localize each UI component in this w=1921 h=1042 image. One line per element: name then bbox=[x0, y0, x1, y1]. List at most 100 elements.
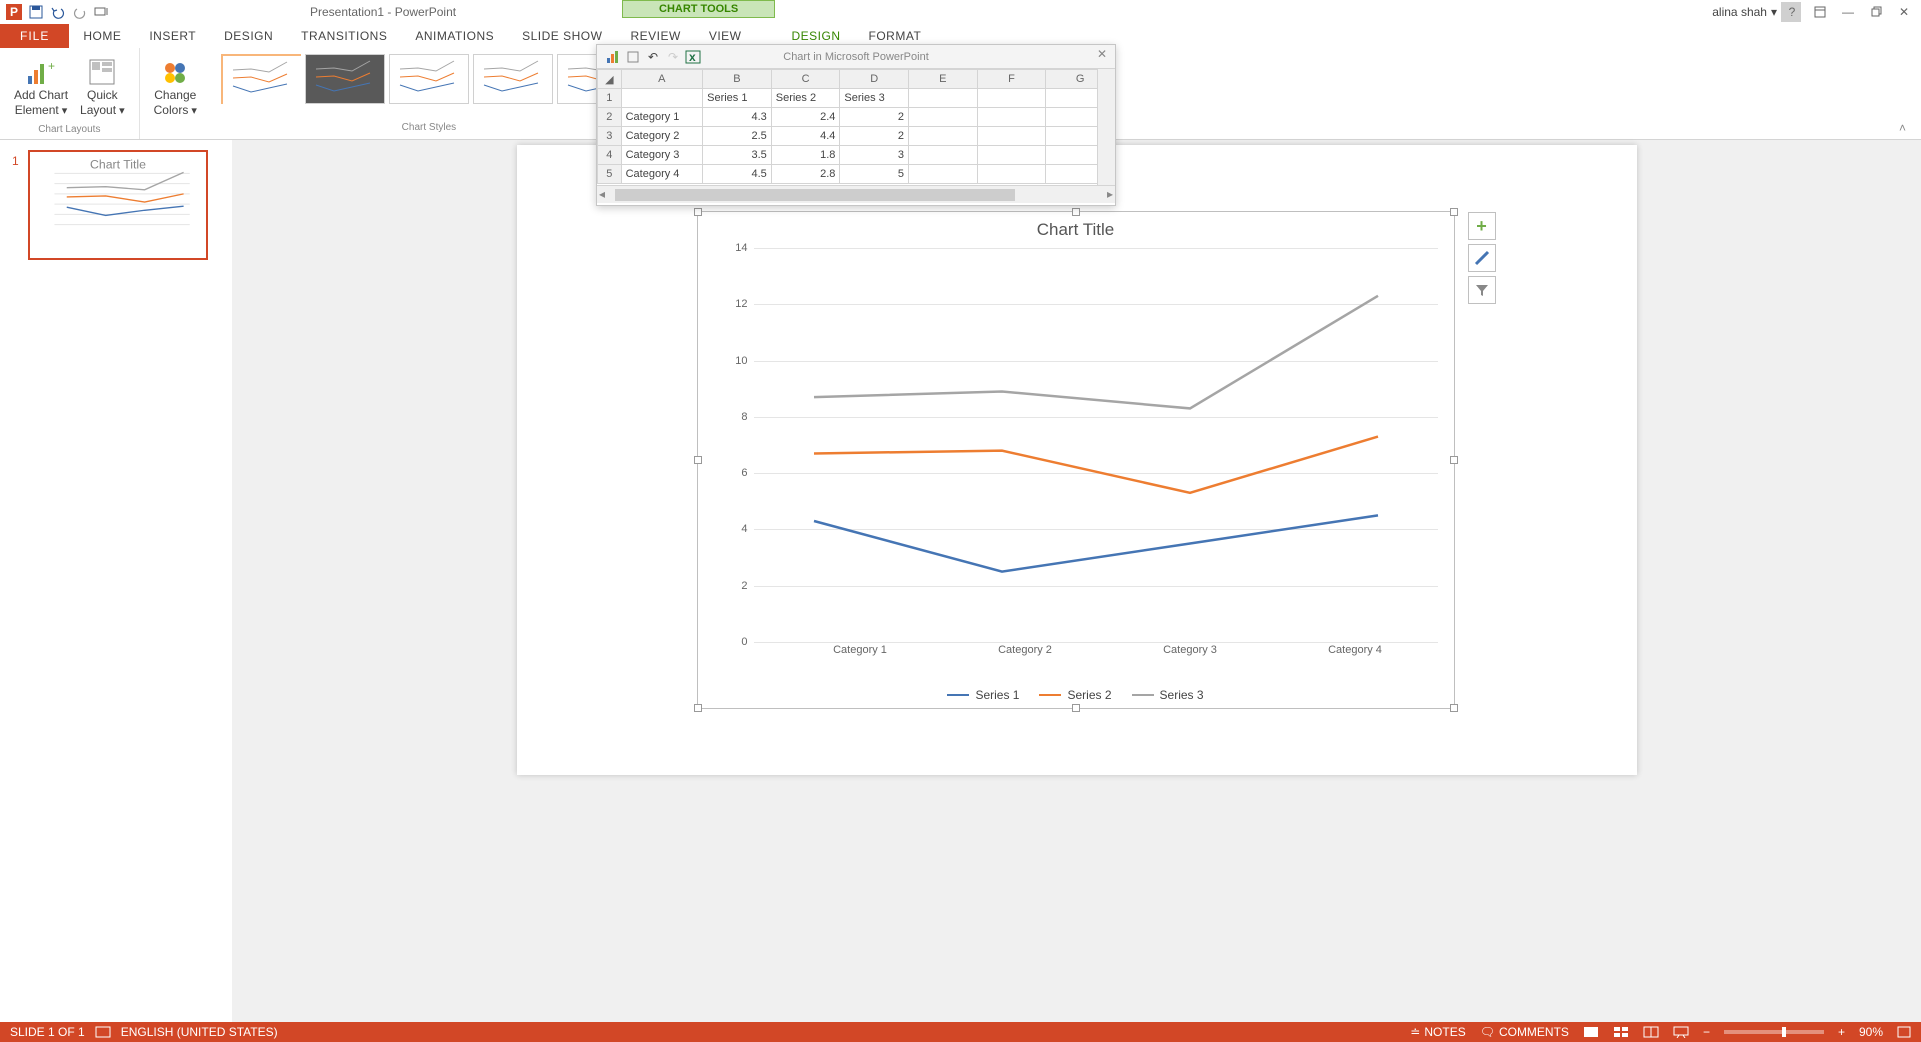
vertical-scrollbar[interactable] bbox=[1097, 69, 1115, 187]
chart-elements-button[interactable]: + bbox=[1468, 212, 1496, 240]
data-cell[interactable]: 2.5 bbox=[703, 127, 772, 146]
series-line[interactable] bbox=[814, 437, 1378, 493]
data-cell[interactable] bbox=[621, 89, 703, 108]
close-icon[interactable]: ✕ bbox=[1093, 47, 1111, 61]
data-cell[interactable]: 2.4 bbox=[771, 108, 840, 127]
horizontal-scrollbar[interactable]: ◂ ▸ bbox=[597, 185, 1115, 203]
restore-icon[interactable] bbox=[1863, 2, 1889, 22]
slide-sorter-view-icon[interactable] bbox=[1613, 1026, 1629, 1038]
zoom-slider[interactable] bbox=[1724, 1030, 1824, 1034]
chart-object[interactable]: Chart Title 02468101214 Category 1Catego… bbox=[697, 211, 1455, 709]
chart-style-thumb[interactable] bbox=[221, 54, 301, 104]
data-cell[interactable] bbox=[909, 108, 978, 127]
column-header[interactable]: A bbox=[621, 70, 703, 89]
data-grid[interactable]: ◢ABCDEFG1Series 1Series 2Series 32Catego… bbox=[597, 69, 1115, 185]
row-header[interactable]: 3 bbox=[598, 127, 622, 146]
legend-item[interactable]: Series 2 bbox=[1039, 688, 1111, 702]
spell-check-icon[interactable] bbox=[95, 1026, 111, 1038]
resize-handle[interactable] bbox=[1450, 456, 1458, 464]
zoom-out-button[interactable]: − bbox=[1703, 1025, 1710, 1039]
chart-style-thumb[interactable] bbox=[473, 54, 553, 104]
redo-icon[interactable]: ↷ bbox=[663, 47, 683, 67]
resize-handle[interactable] bbox=[694, 704, 702, 712]
data-cell[interactable] bbox=[909, 89, 978, 108]
legend[interactable]: Series 1 Series 2 Series 3 bbox=[698, 688, 1454, 702]
data-cell[interactable]: Category 2 bbox=[621, 127, 703, 146]
resize-handle[interactable] bbox=[1450, 208, 1458, 216]
chart-styles-button[interactable] bbox=[1468, 244, 1496, 272]
change-colors-button[interactable]: Change Colors ▾ bbox=[148, 52, 203, 122]
row-header[interactable]: 1 bbox=[598, 89, 622, 108]
column-header[interactable]: D bbox=[840, 70, 909, 89]
zoom-level[interactable]: 90% bbox=[1859, 1025, 1883, 1039]
close-icon[interactable]: ✕ bbox=[1891, 2, 1917, 22]
quick-layout-button[interactable]: Quick Layout ▾ bbox=[74, 52, 131, 122]
save-icon[interactable] bbox=[26, 2, 46, 22]
row-header[interactable]: 2 bbox=[598, 108, 622, 127]
column-header[interactable]: C bbox=[771, 70, 840, 89]
legend-item[interactable]: Series 3 bbox=[1132, 688, 1204, 702]
undo-icon[interactable] bbox=[48, 2, 68, 22]
data-cell[interactable] bbox=[909, 146, 978, 165]
select-all-cell[interactable]: ◢ bbox=[598, 70, 622, 89]
slide-editor[interactable]: Chart Title 02468101214 Category 1Catego… bbox=[232, 140, 1921, 1022]
file-tab[interactable]: FILE bbox=[0, 24, 69, 48]
resize-handle[interactable] bbox=[694, 456, 702, 464]
slideshow-view-icon[interactable] bbox=[1673, 1026, 1689, 1038]
chart-style-thumb[interactable] bbox=[389, 54, 469, 104]
data-cell[interactable] bbox=[909, 165, 978, 184]
resize-handle[interactable] bbox=[1450, 704, 1458, 712]
data-cell[interactable]: 2 bbox=[840, 127, 909, 146]
row-header[interactable]: 4 bbox=[598, 146, 622, 165]
tab-animations[interactable]: ANIMATIONS bbox=[401, 24, 508, 48]
chart-title[interactable]: Chart Title bbox=[698, 212, 1454, 248]
resize-handle[interactable] bbox=[694, 208, 702, 216]
data-cell[interactable]: 1.8 bbox=[771, 146, 840, 165]
data-cell[interactable]: Category 3 bbox=[621, 146, 703, 165]
data-cell[interactable]: Series 3 bbox=[840, 89, 909, 108]
fit-to-window-icon[interactable] bbox=[1897, 1026, 1911, 1038]
data-cell[interactable] bbox=[977, 165, 1046, 184]
chart-style-thumb[interactable] bbox=[305, 54, 385, 104]
comments-button[interactable]: 🗨 COMMENTS bbox=[1480, 1025, 1569, 1039]
data-cell[interactable]: 4.4 bbox=[771, 127, 840, 146]
tab-home[interactable]: HOME bbox=[69, 24, 135, 48]
data-cell[interactable]: Series 2 bbox=[771, 89, 840, 108]
reading-view-icon[interactable] bbox=[1643, 1026, 1659, 1038]
column-header[interactable]: B bbox=[703, 70, 772, 89]
column-header[interactable]: E bbox=[909, 70, 978, 89]
data-cell[interactable]: 5 bbox=[840, 165, 909, 184]
legend-item[interactable]: Series 1 bbox=[947, 688, 1019, 702]
data-cell[interactable] bbox=[977, 89, 1046, 108]
data-cell[interactable] bbox=[977, 108, 1046, 127]
resize-handle[interactable] bbox=[1072, 208, 1080, 216]
notes-button[interactable]: ≐ NOTES bbox=[1410, 1025, 1465, 1039]
zoom-in-button[interactable]: + bbox=[1838, 1025, 1845, 1039]
data-cell[interactable]: 4.5 bbox=[703, 165, 772, 184]
data-cell[interactable]: Category 1 bbox=[621, 108, 703, 127]
tab-design[interactable]: DESIGN bbox=[210, 24, 287, 48]
data-cell[interactable]: 4.3 bbox=[703, 108, 772, 127]
data-cell[interactable]: 2 bbox=[840, 108, 909, 127]
series-line[interactable] bbox=[814, 296, 1378, 409]
chart-filters-button[interactable] bbox=[1468, 276, 1496, 304]
series-line[interactable] bbox=[814, 515, 1378, 571]
tab-transitions[interactable]: TRANSITIONS bbox=[287, 24, 401, 48]
start-from-beginning-icon[interactable] bbox=[92, 2, 112, 22]
undo-icon[interactable]: ↶ bbox=[643, 47, 663, 67]
data-cell[interactable] bbox=[977, 127, 1046, 146]
slide-thumbnail[interactable]: 1 Chart Title bbox=[28, 150, 208, 260]
data-cell[interactable]: Category 4 bbox=[621, 165, 703, 184]
data-cell[interactable]: Series 1 bbox=[703, 89, 772, 108]
data-cell[interactable]: 2.8 bbox=[771, 165, 840, 184]
redo-icon[interactable] bbox=[70, 2, 90, 22]
row-header[interactable]: 5 bbox=[598, 165, 622, 184]
data-cell[interactable]: 3 bbox=[840, 146, 909, 165]
help-icon[interactable]: ? bbox=[1779, 2, 1805, 22]
plot-area[interactable]: 02468101214 Category 1Category 2Category… bbox=[724, 248, 1438, 642]
edit-in-excel-icon[interactable]: x bbox=[683, 47, 703, 67]
chart-icon[interactable] bbox=[603, 47, 623, 67]
slide-thumbnail-panel[interactable]: 1 Chart Title bbox=[0, 140, 232, 1022]
data-cell[interactable]: 3.5 bbox=[703, 146, 772, 165]
collapse-ribbon-icon[interactable]: ˄ bbox=[1899, 121, 1915, 137]
